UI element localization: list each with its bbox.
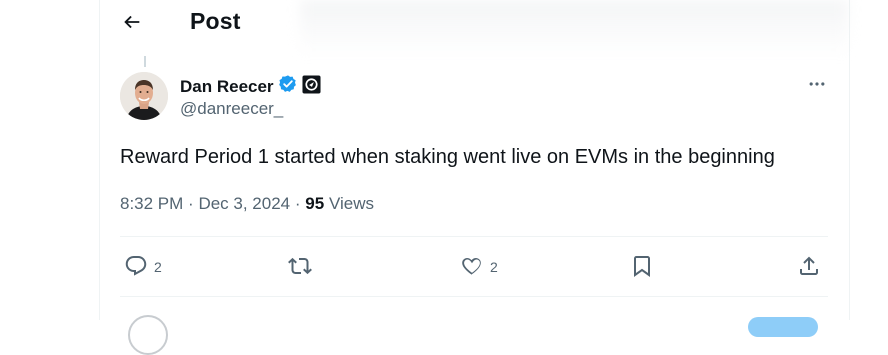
action-bar: 2 2 [120, 248, 828, 286]
like-count: 2 [490, 259, 498, 275]
reply-button[interactable]: 2 [124, 248, 162, 286]
reply-count: 2 [154, 259, 162, 275]
more-horizontal-icon [807, 74, 827, 99]
arrow-left-icon [121, 11, 143, 38]
header-backdrop [300, 0, 848, 56]
repost-button[interactable] [288, 248, 318, 286]
bookmark-button[interactable] [630, 248, 654, 286]
divider [120, 296, 828, 297]
author-name[interactable]: Dan Reecer [180, 77, 274, 97]
author-handle[interactable]: @danreecer_ [180, 99, 283, 119]
like-icon [460, 254, 484, 281]
more-button[interactable] [803, 72, 831, 100]
back-button[interactable] [114, 6, 150, 42]
bookmark-icon [630, 254, 654, 281]
post-date[interactable]: Dec 3, 2024 [198, 194, 290, 213]
reply-composer-button[interactable] [748, 317, 818, 337]
share-icon [797, 254, 821, 281]
post-meta: 8:32 PM · Dec 3, 2024 · 95 Views [120, 194, 374, 214]
reply-composer-avatar[interactable] [128, 315, 168, 355]
repost-icon [288, 254, 312, 281]
like-button[interactable]: 2 [460, 248, 498, 286]
page-title: Post [190, 8, 241, 34]
author-name-row: Dan Reecer [180, 74, 321, 99]
divider [120, 236, 828, 237]
thread-connector-line [144, 56, 146, 67]
meta-separator: · [188, 194, 194, 213]
share-button[interactable] [797, 248, 821, 286]
views-label: Views [328, 194, 374, 213]
verified-badge-icon[interactable] [278, 74, 298, 99]
avatar[interactable] [120, 72, 168, 120]
views-count: 95 [305, 194, 325, 213]
reply-icon [124, 254, 148, 281]
post-detail-column: Post Dan Reecer @danreecer_ Reward Perio… [99, 0, 850, 355]
affiliate-badge-icon[interactable] [302, 74, 321, 99]
meta-separator: · [294, 194, 301, 213]
post-text: Reward Period 1 started when staking wen… [120, 146, 775, 168]
post-time[interactable]: 8:32 PM [120, 194, 183, 213]
